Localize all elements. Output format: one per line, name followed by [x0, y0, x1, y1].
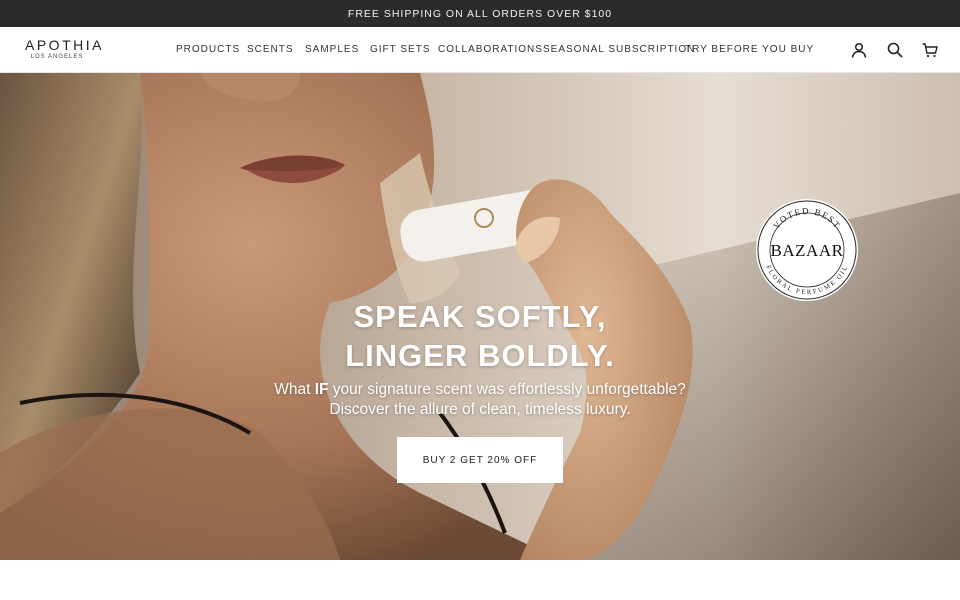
- account-icon[interactable]: [850, 41, 868, 59]
- announcement-text: FREE SHIPPING ON ALL ORDERS OVER $100: [347, 7, 613, 20]
- hero-subtitle-post: your signature scent was effortlessly un…: [328, 381, 686, 418]
- hero-subtitle: What IF your signature scent was effortl…: [270, 380, 690, 420]
- main-nav: PRODUCTS SCENTS SAMPLES GIFT SETS COLLAB…: [0, 27, 960, 73]
- hero-subtitle-pre: What: [274, 381, 315, 398]
- badge-center-text: BAZAAR: [771, 241, 844, 260]
- announcement-bar: FREE SHIPPING ON ALL ORDERS OVER $100: [0, 0, 960, 27]
- hero-banner: VOTED BEST BAZAAR FLORAL PERFUME OIL SPE…: [0, 73, 960, 560]
- bazaar-award-badge: VOTED BEST BAZAAR FLORAL PERFUME OIL: [755, 198, 859, 302]
- search-icon[interactable]: [886, 41, 904, 59]
- nav-products[interactable]: PRODUCTS: [176, 44, 240, 56]
- nav-try-before-you-buy[interactable]: TRY BEFORE YOU BUY: [685, 44, 814, 56]
- nav-scents[interactable]: SCENTS: [247, 44, 294, 56]
- nav-collaborations[interactable]: COLLABORATIONS: [438, 44, 543, 56]
- cart-icon[interactable]: [921, 41, 939, 59]
- nav-seasonal-subscription[interactable]: SEASONAL SUBSCRIPTION: [543, 44, 695, 56]
- hero-subtitle-emphasis: IF: [314, 381, 329, 398]
- nav-gift-sets[interactable]: GIFT SETS: [370, 44, 431, 56]
- buy-2-get-20-off-button[interactable]: BUY 2 GET 20% OFF: [397, 437, 563, 483]
- nav-samples[interactable]: SAMPLES: [305, 44, 359, 56]
- hero-title: SPEAK SOFTLY, LINGER BOLDLY.: [345, 299, 615, 373]
- site-header: APOTHIA LOS ANGELES PRODUCTS SCENTS SAMP…: [0, 27, 960, 73]
